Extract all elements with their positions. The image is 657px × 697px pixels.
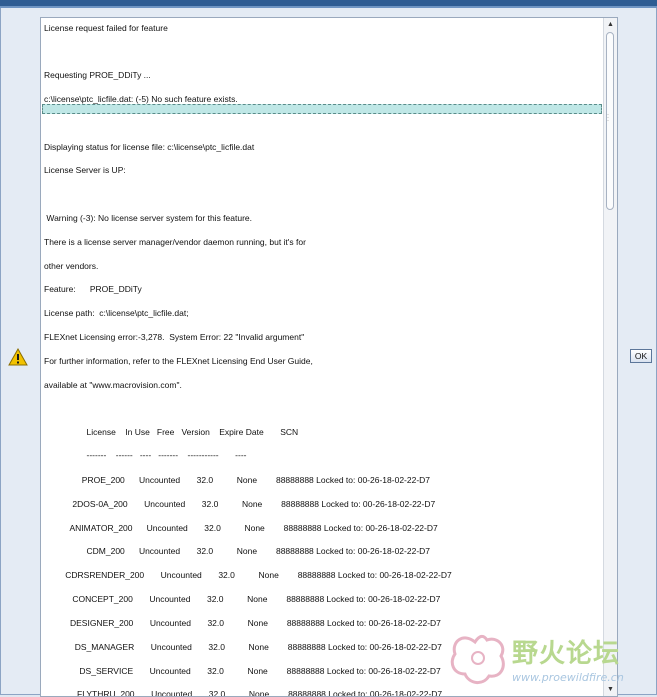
message-line: License request failed for feature (44, 23, 168, 33)
message-line: There is a license server manager/vendor… (44, 237, 306, 247)
message-line: CONCEPT_200 Uncounted 32.0 None 88888888… (44, 594, 441, 604)
message-line: FLEXnet Licensing error:-3,278. System E… (44, 332, 305, 342)
warning-icon (8, 348, 28, 366)
message-line: License path: c:\license\ptc_licfile.dat… (44, 308, 189, 318)
message-line: DS_SERVICE Uncounted 32.0 None 88888888 … (44, 666, 441, 676)
message-line: PROE_200 Uncounted 32.0 None 88888888 Lo… (44, 475, 431, 485)
watermark-url-text: www.proewildfire.cn (512, 671, 624, 684)
message-line: Warning (-3): No license server system f… (44, 213, 253, 223)
message-line: DESIGNER_200 Uncounted 32.0 None 8888888… (44, 618, 441, 628)
message-line: 2DOS-0A_200 Uncounted 32.0 None 88888888… (44, 499, 436, 509)
message-line: For further information, refer to the FL… (44, 356, 313, 366)
message-line: other vendors. (44, 261, 99, 271)
message-line: Requesting PROE_DDiTy ... (44, 70, 151, 80)
scroll-up-arrow-icon[interactable]: ▲ (605, 19, 616, 30)
message-text-area[interactable]: License request failed for feature Reques… (40, 17, 618, 697)
message-line: License Server is UP: (44, 165, 126, 175)
watermark-brand-text: 野火论坛 (512, 639, 621, 669)
message-line: CDRSRENDER_200 Uncounted 32.0 None 88888… (44, 570, 452, 580)
message-line: License In Use Free Version Expire Date … (44, 427, 299, 437)
message-line: CDM_200 Uncounted 32.0 None 88888888 Loc… (44, 546, 431, 556)
vertical-scrollbar[interactable]: ▲ · · · ▼ (603, 18, 617, 696)
message-line: ANIMATOR_200 Uncounted 32.0 None 8888888… (44, 523, 438, 533)
ok-button[interactable]: OK (630, 349, 652, 363)
selected-empty-line[interactable] (42, 104, 602, 114)
message-line: available at "www.macrovision.com". (44, 380, 182, 390)
message-line: Feature: PROE_DDiTy (44, 284, 142, 294)
license-error-dialog: License request failed for feature Reques… (0, 8, 657, 697)
window-titlebar-edge (0, 0, 657, 8)
message-line: DS_MANAGER Uncounted 32.0 None 88888888 … (44, 642, 442, 652)
message-line: c:\license\ptc_licfile.dat: (-5) No such… (44, 94, 238, 104)
message-line: Displaying status for license file: c:\l… (44, 142, 255, 152)
message-line: ------- ------ ---- ------- ----------- … (44, 450, 247, 460)
scroll-grip-icon: · · · (607, 112, 609, 124)
